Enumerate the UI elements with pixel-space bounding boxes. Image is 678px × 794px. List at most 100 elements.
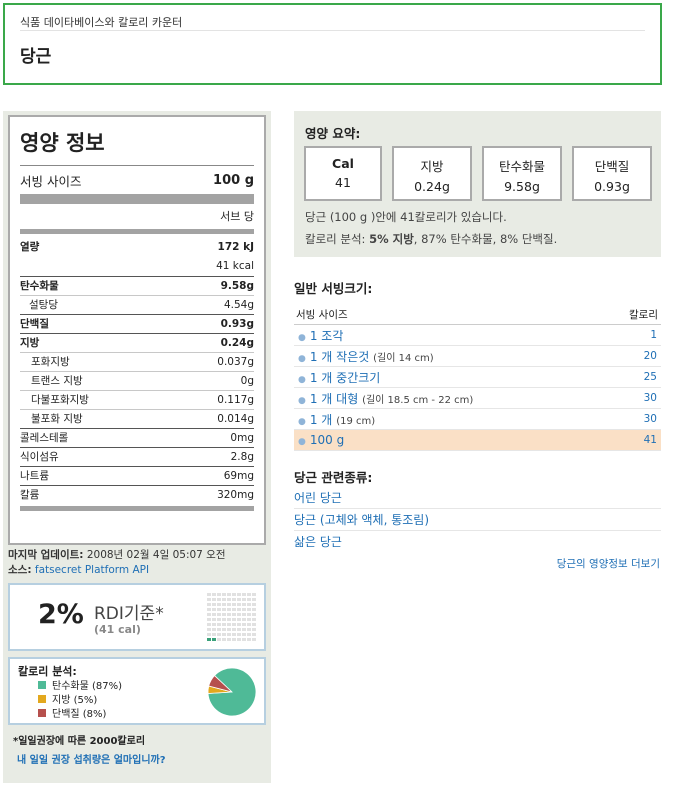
rdi-cell [227, 618, 231, 621]
serving-label[interactable]: 1 개 대형 [310, 392, 358, 406]
nutrient-label: 탄수화물 [20, 280, 59, 292]
rdi-cell [222, 628, 226, 631]
nutrient-row-fat: 지방 0.24g [20, 333, 254, 352]
rdi-cell [217, 608, 221, 611]
related-item[interactable]: 당근 (고체와 액체, 통조림) [294, 509, 661, 531]
serving-row[interactable]: ● 1 개 (19 cm) 30 [294, 409, 661, 430]
serving-label[interactable]: 1 개 [310, 413, 333, 427]
rdi-cell [212, 593, 216, 596]
legend-label: 단백질 (8%) [52, 709, 107, 720]
serving-label[interactable]: 100 g [310, 433, 344, 447]
rdi-cell [232, 603, 236, 606]
serving-row[interactable]: ● 1 조각 1 [294, 325, 661, 346]
rdi-cell [212, 608, 216, 611]
rdi-cell [222, 598, 226, 601]
rdi-cell [242, 608, 246, 611]
rdi-label: RDI기준* [94, 604, 164, 624]
serving-label[interactable]: 1 조각 [310, 329, 344, 343]
serving-label[interactable]: 1 개 작은것 [310, 350, 369, 364]
serving-row-selected[interactable]: ● 100 g 41 [294, 430, 661, 451]
rdi-cell [237, 628, 241, 631]
nutrient-row-fiber: 식이섬유 2.8g [20, 447, 254, 466]
related-item[interactable]: 삶은 당근 [294, 531, 661, 553]
nutrient-label: 식이섬유 [20, 451, 59, 463]
rdi-box: 2% RDI기준* (41 cal) [8, 583, 266, 651]
energy-label: 열량 [20, 241, 40, 253]
rdi-cell [222, 638, 226, 641]
breakdown-rest: , 87% 탄수화물, 8% 단백질. [413, 232, 558, 246]
rdi-cell [217, 633, 221, 636]
rdi-cell [207, 608, 211, 611]
energy-kcal: 41 kcal [216, 260, 254, 272]
nutrient-label: 트랜스 지방 [31, 375, 83, 387]
last-update-value: 2008년 02월 4일 05:07 오전 [86, 549, 226, 561]
serving-extra: (길이 18.5 cm - 22 cm) [362, 394, 474, 406]
medium-divider [20, 229, 254, 234]
rdi-cell [222, 603, 226, 606]
rdi-cell [252, 598, 256, 601]
serving-size-row: 서빙 사이즈 100 g [20, 166, 254, 194]
nutrient-row-sodium: 나트륨 69mg [20, 466, 254, 485]
nutrient-value: 320mg [217, 489, 254, 501]
source-label: 소스: [8, 564, 32, 576]
legend-protein: 단백질 (8%) [38, 705, 106, 720]
rdi-cell [252, 628, 256, 631]
rdi-cell [222, 633, 226, 636]
rdi-cell [242, 618, 246, 621]
related-foods: 당근 관련종류: 어린 당근 당근 (고체와 액체, 통조림) 삶은 당근 [294, 467, 661, 553]
legend-swatch [38, 695, 46, 703]
nutrient-row-sugar: 설탕당 4.54g [20, 295, 254, 314]
servings-header: 서빙 사이즈 칼로리 [294, 307, 661, 325]
rdi-cell [212, 618, 216, 621]
summary-box-value: 0.93g [594, 179, 630, 194]
rdi-cell [227, 603, 231, 606]
rdi-cell [232, 608, 236, 611]
rdi-cell [207, 593, 211, 596]
nutrient-value: 0.93g [220, 318, 254, 330]
breakdown-fat: 5% 지방 [369, 232, 414, 246]
rdi-cell [252, 618, 256, 621]
rdi-cell [227, 638, 231, 641]
energy-kj: 172 kJ [217, 241, 254, 253]
nutrient-label: 불포화 지방 [31, 413, 83, 425]
serving-label[interactable]: 1 개 중간크기 [310, 371, 380, 385]
food-header: 식품 데이타베이스와 칼로리 카운터 당근 [3, 3, 662, 85]
rdi-cell [217, 613, 221, 616]
source-link[interactable]: fatsecret Platform API [35, 564, 149, 576]
serving-size-value: 100 g [213, 172, 254, 188]
serving-row[interactable]: ● 1 개 중간크기 25 [294, 367, 661, 388]
related-item[interactable]: 어린 당근 [294, 487, 661, 509]
legend-carbs: 탄수화물 (87%) [38, 677, 122, 692]
serving-row[interactable]: ● 1 개 작은것 (길이 14 cm) 20 [294, 346, 661, 367]
rdi-cell [237, 638, 241, 641]
summary-box-carbs: 탄수화물 9.58g [482, 146, 562, 201]
rdi-cell [207, 628, 211, 631]
rdi-calories: (41 cal) [94, 623, 141, 636]
rdi-cell [217, 628, 221, 631]
nutrient-label: 다불포화지방 [31, 394, 89, 406]
serving-calories: 41 [643, 434, 657, 446]
rdi-cell [207, 613, 211, 616]
breadcrumb[interactable]: 식품 데이타베이스와 칼로리 카운터 [20, 14, 182, 30]
nutrient-value: 0mg [230, 432, 254, 444]
summary-box-heading: 탄수화물 [498, 159, 545, 174]
serving-row[interactable]: ● 1 개 대형 (길이 18.5 cm - 22 cm) 30 [294, 388, 661, 409]
rdi-cell [247, 598, 251, 601]
rdi-cell [247, 608, 251, 611]
more-nutrition-link[interactable]: 당근의 영양정보 더보기 [557, 556, 660, 571]
summary-box-heading: 단백질 [594, 159, 630, 174]
bullet-icon: ● [298, 374, 306, 385]
rdi-grid [207, 593, 256, 643]
nutrient-value: 0.24g [220, 337, 254, 349]
rdi-cell [237, 608, 241, 611]
rdi-cell [252, 603, 256, 606]
nutrient-value: 0.037g [217, 356, 254, 368]
rdi-help-link[interactable]: 내 일일 권장 섭취량은 얼마입니까? [17, 751, 166, 766]
rdi-cell [217, 593, 221, 596]
rdi-cell [227, 593, 231, 596]
col-calories: 칼로리 [629, 309, 658, 321]
rdi-cell [242, 603, 246, 606]
thick-divider [20, 194, 254, 204]
nutrient-row-protein: 단백질 0.93g [20, 314, 254, 333]
calorie-breakdown-box: 칼로리 분석: 탄수화물 (87%) 지방 (5%) 단백질 (8%) [8, 657, 266, 725]
